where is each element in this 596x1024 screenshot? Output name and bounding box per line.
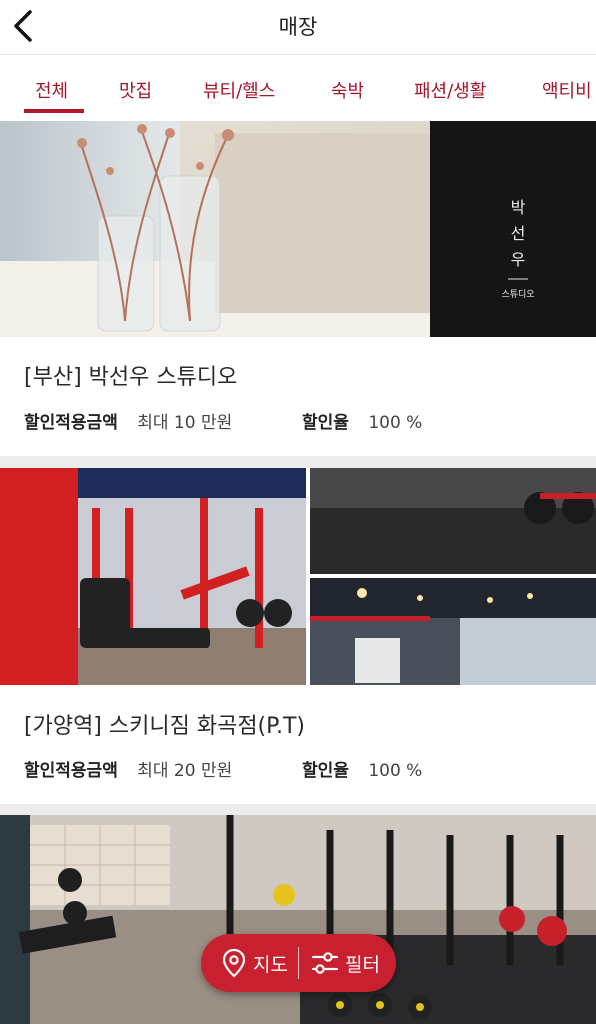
store-image [0,815,596,1024]
page-title: 매장 [278,15,318,39]
tab-beauty-health[interactable]: 뷰티/헬스 [203,77,275,103]
discount-rate: 할인율 100 % [302,756,422,781]
fab-divider [298,947,299,979]
svg-text:스튜디오: 스튜디오 [501,289,534,300]
map-filter-fab: 지도 필터 [201,934,396,992]
sliders-icon [311,952,339,974]
discount-limit: 할인적용금액 최대 10 만원 [24,408,232,433]
svg-text:우: 우 [511,250,526,269]
tab-lodging[interactable]: 숙박 [331,77,364,103]
discount-rate-label: 할인율 [302,761,349,781]
store-name: [부산] 박선우 스튜디오 [24,365,238,390]
map-button[interactable]: 지도 [221,934,288,992]
store-card[interactable]: [가양역] 스키니짐 화곡점(P.T) 할인적용금액 최대 20 만원 할인율 … [0,468,596,804]
discount-limit-value: 최대 10 만원 [137,413,233,433]
map-button-label: 지도 [253,953,288,976]
store-image: 박 선 우 스튜디오 [0,121,596,337]
store-card[interactable] [0,815,596,1024]
discount-rate-value: 100 % [368,413,423,433]
discount-limit-label: 할인적용금액 [24,413,118,433]
discount-limit-value: 최대 20 만원 [137,761,233,781]
svg-text:선: 선 [511,224,526,243]
discount-rate-value: 100 % [368,761,423,781]
discount-rate: 할인율 100 % [302,408,422,433]
tab-all[interactable]: 전체 [35,77,68,103]
store-image [0,468,596,685]
tab-fashion-life[interactable]: 패션/생활 [414,77,486,103]
discount-rate-label: 할인율 [302,413,349,433]
store-name: [가양역] 스키니짐 화곡점(P.T) [24,714,305,739]
store-card[interactable]: 박 선 우 스튜디오 [부산] 박선우 스튜디오 할인적용금액 최대 10 만원… [0,121,596,456]
discount-limit: 할인적용금액 최대 20 만원 [24,756,232,781]
filter-button-label: 필터 [345,953,380,976]
tab-food[interactable]: 맛집 [119,77,152,103]
svg-text:박: 박 [511,198,526,217]
active-tab-indicator [24,109,84,113]
tab-activity[interactable]: 액티비 [542,77,592,103]
filter-button[interactable]: 필터 [311,934,380,992]
app-header: 매장 [0,0,596,55]
map-pin-icon [222,948,246,978]
category-tabs: 전체 맛집 뷰티/헬스 숙박 패션/생활 액티비 [0,55,596,121]
discount-limit-label: 할인적용금액 [24,761,118,781]
